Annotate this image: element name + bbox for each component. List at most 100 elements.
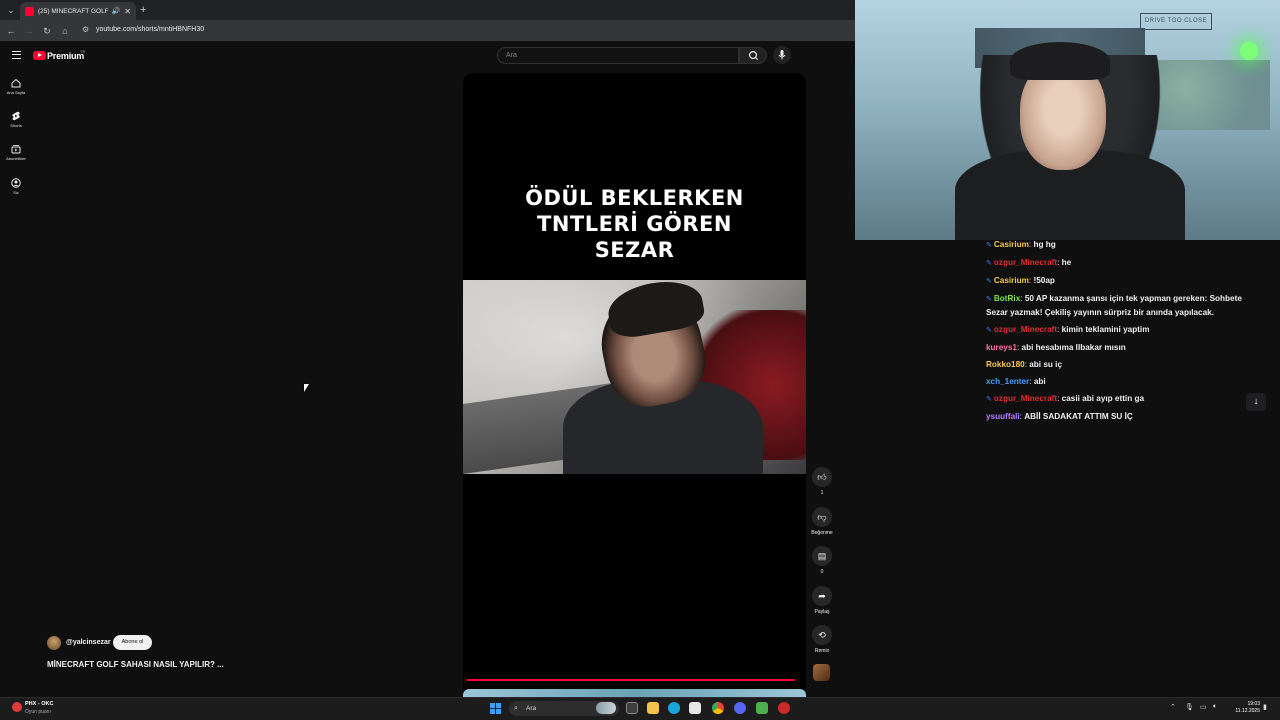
- chat-text: abi hesabıma llbakar mısın: [1021, 343, 1126, 352]
- windows-start-icon[interactable]: [490, 703, 501, 714]
- wall-sign: DRIVE TOO CLOSE: [1140, 13, 1212, 30]
- you-icon: [11, 178, 21, 188]
- search-icon: [749, 50, 759, 61]
- sidebar-item-shorts[interactable]: Shorts: [0, 111, 32, 128]
- widgets-icon[interactable]: [596, 702, 616, 714]
- system-clock[interactable]: 19:03 11.12.2025: [1224, 701, 1260, 715]
- chat-username[interactable]: kureys1: [986, 343, 1017, 352]
- chat-username[interactable]: ozgur_Minecraft: [994, 258, 1057, 267]
- speaker-icon[interactable]: 🔊: [112, 7, 121, 15]
- address-bar-row: ← → ↻ ⌂ ⚙ youtube.com/shorts/mntiHBNFH30: [0, 20, 855, 42]
- chat-badge-icon: ✎: [986, 296, 992, 303]
- back-icon[interactable]: ←: [4, 24, 18, 38]
- video-progress-bar[interactable]: [467, 679, 796, 681]
- caption-line: TNTLERİ GÖREN: [537, 212, 732, 236]
- chat-message: ✎ BotRix: 50 AP kazanma şansı için tek ya…: [986, 292, 1248, 319]
- url-field[interactable]: youtube.com/shorts/mntiHBNFH30: [96, 26, 204, 33]
- chat-text: he: [1061, 258, 1072, 267]
- sidebar-item-home[interactable]: Ana Sayfa: [0, 78, 32, 95]
- tray-chevron-icon[interactable]: ⌃: [1170, 703, 1176, 711]
- file-explorer-icon[interactable]: [647, 702, 659, 714]
- game-score-icon[interactable]: [12, 702, 22, 712]
- subscriptions-icon: [11, 145, 21, 154]
- chat-badge-icon: ✎: [986, 327, 992, 334]
- shorts-icon: [12, 111, 20, 121]
- forward-icon[interactable]: →: [22, 24, 36, 38]
- scroll-down-arrow-icon[interactable]: ↓: [1246, 393, 1266, 411]
- browser-tab-bar: ⌄ (25) MİNECRAFT GOLF SAHA 🔊 ✕ +: [0, 0, 855, 20]
- sound-thumbnail[interactable]: [813, 664, 830, 681]
- next-short-preview[interactable]: [463, 689, 806, 697]
- remix-icon[interactable]: ⟲: [812, 625, 832, 645]
- chat-username[interactable]: Rokko180: [986, 360, 1025, 369]
- menu-icon[interactable]: [12, 51, 21, 59]
- store-icon[interactable]: [689, 702, 701, 714]
- chat-text: 50 AP kazanma şansı için tek yapman gere…: [986, 294, 1242, 317]
- notification-icon[interactable]: ▮: [1263, 703, 1267, 711]
- video-title[interactable]: MİNECRAFT GOLF SAHASI NASIL YAPILIR? ...: [47, 660, 224, 669]
- share-icon[interactable]: ➦: [812, 586, 832, 606]
- chat-username[interactable]: ysuuffali: [986, 412, 1020, 421]
- new-tab-icon[interactable]: +: [140, 3, 146, 17]
- search-input[interactable]: Ara: [497, 47, 739, 64]
- sidebar-item-subscriptions[interactable]: Abonelikler: [0, 144, 32, 161]
- chat-username[interactable]: ozgur_Minecraft: [994, 325, 1057, 334]
- channel-avatar[interactable]: [47, 636, 61, 650]
- chat-username[interactable]: xch_1enter: [986, 377, 1029, 386]
- youtube-premium-label[interactable]: Premium: [47, 51, 84, 61]
- sidebar-item-you[interactable]: Siz: [0, 178, 32, 195]
- caption-line: SEZAR: [594, 238, 675, 262]
- edge-icon[interactable]: [668, 702, 680, 714]
- chat-text: abi su iç: [1029, 360, 1063, 369]
- obs-icon[interactable]: [778, 702, 790, 714]
- voice-search-button[interactable]: [773, 46, 791, 64]
- sidebar-item-label: Siz: [13, 190, 19, 195]
- discord-icon[interactable]: [734, 702, 746, 714]
- channel-name[interactable]: @yalcinsezar: [66, 639, 111, 646]
- like-icon[interactable]: 👍︎: [812, 467, 832, 487]
- comment-icon[interactable]: ▤: [812, 546, 832, 566]
- dislike-icon[interactable]: 👎︎: [812, 507, 832, 527]
- tab-list-chevron-icon[interactable]: ⌄: [4, 3, 18, 17]
- chat-text: !50ap: [1033, 276, 1055, 285]
- game-title[interactable]: PHX - OKC: [25, 701, 53, 707]
- chat-username[interactable]: Casirium: [994, 240, 1029, 249]
- game-subtitle: Oyun puanı: [25, 709, 51, 715]
- comment-action[interactable]: ▤ 0: [809, 546, 835, 575]
- chat-username[interactable]: Casirium: [994, 276, 1029, 285]
- chat-message: xch_1enter: abi: [986, 375, 1248, 388]
- webcam-feed: DRIVE TOO CLOSE: [855, 0, 1280, 240]
- remix-action[interactable]: ⟲ Remix: [809, 625, 835, 654]
- search-button[interactable]: [739, 47, 767, 64]
- video-frame: [463, 280, 806, 474]
- chat-message: ✎ ozgur_Minecraft: kimin teklamini yaptim: [986, 323, 1248, 337]
- site-info-icon[interactable]: ⚙: [82, 25, 89, 34]
- like-action[interactable]: 👍︎ 1: [809, 467, 835, 496]
- tray-mic-icon[interactable]: 🎙︎: [1185, 703, 1194, 711]
- close-tab-icon[interactable]: ✕: [124, 7, 131, 16]
- home-button-icon[interactable]: ⌂: [58, 24, 72, 38]
- clock-time: 19:03: [1247, 701, 1260, 707]
- shorts-player[interactable]: ÖDÜL BEKLERKEN TNTLERİ GÖREN SEZAR: [463, 73, 806, 696]
- chat-username[interactable]: BotRix: [994, 294, 1020, 303]
- browser-tab[interactable]: (25) MİNECRAFT GOLF SAHA 🔊 ✕: [20, 2, 136, 20]
- dislike-action[interactable]: 👎︎ Beğenme: [809, 507, 835, 536]
- youtube-favicon-icon: [25, 6, 34, 16]
- youtube-logo-icon[interactable]: [33, 51, 46, 60]
- minecraft-icon[interactable]: [756, 702, 768, 714]
- chat-message: kureys1: abi hesabıma llbakar mısın: [986, 341, 1248, 354]
- network-icon[interactable]: ▭: [1200, 703, 1207, 711]
- chrome-icon[interactable]: [712, 702, 724, 714]
- chat-username[interactable]: ozgur_Minecraft: [994, 394, 1057, 403]
- sidebar-item-label: Shorts: [10, 123, 22, 128]
- task-view-icon[interactable]: [626, 702, 638, 714]
- subscribe-button[interactable]: Abone ol: [113, 635, 152, 650]
- caption-line: ÖDÜL BEKLERKEN: [525, 186, 744, 210]
- search-icon: ⌕: [514, 705, 518, 712]
- windows-taskbar: PHX - OKC Oyun puanı ⌕ Ara ⌃ 🎙︎ ▭ 🔈︎ 19:…: [0, 697, 1280, 720]
- share-action[interactable]: ➦ Paylaş: [809, 586, 835, 615]
- reload-icon[interactable]: ↻: [40, 24, 54, 38]
- chat-badge-icon: ✎: [986, 396, 992, 403]
- volume-icon[interactable]: 🔈︎: [1213, 703, 1217, 711]
- chat-message: Rokko180: abi su iç: [986, 358, 1248, 371]
